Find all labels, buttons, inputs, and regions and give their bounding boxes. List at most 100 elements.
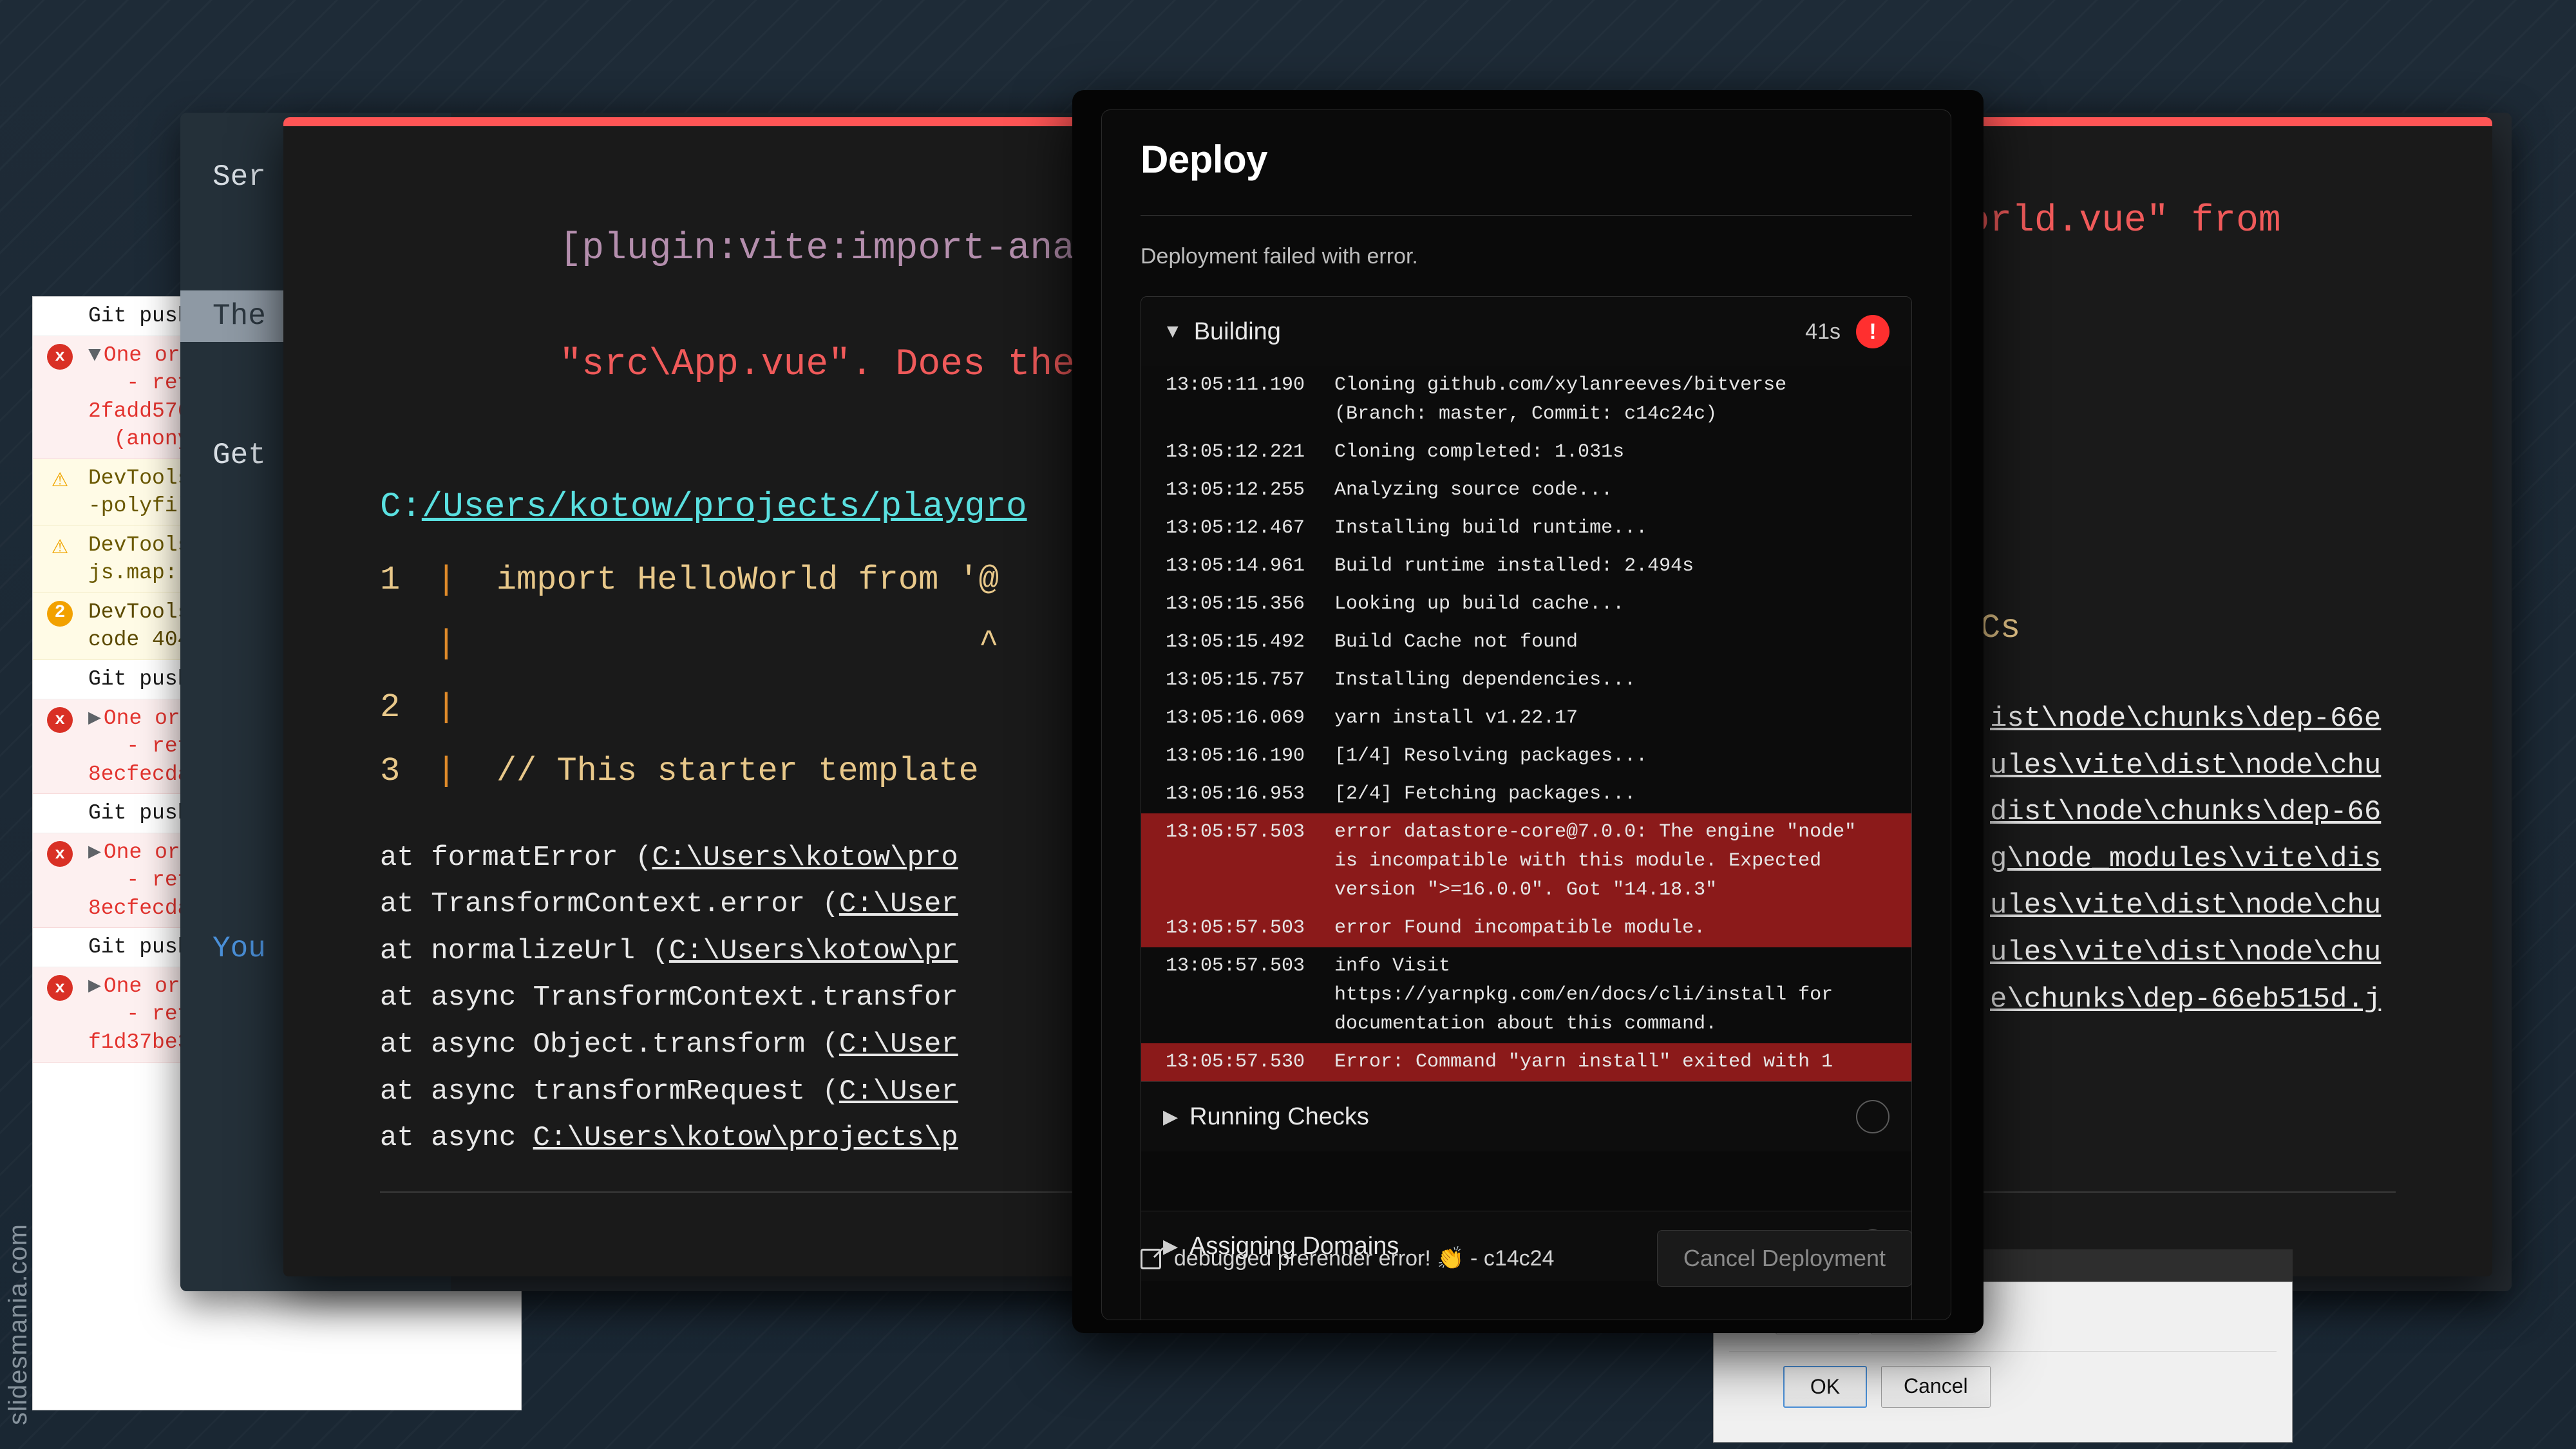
log-row: 13:05:57.530 Error: Command "yarn install… [1141, 1043, 1911, 1081]
expand-caret-closed-icon[interactable]: ▶ [88, 706, 101, 730]
log-message: info Visit https://yarnpkg.com/en/docs/c… [1334, 955, 1833, 1035]
log-row: 13:05:11.190 Cloning github.com/xylanreev… [1141, 366, 1911, 433]
ok-button[interactable]: OK [1783, 1366, 1867, 1408]
watermark: slidesmania.com [4, 1224, 32, 1425]
screen-root: Git push error: One or more brancx▼One o… [0, 0, 2576, 1449]
deploy-step-header-running-checks[interactable]: ▶ Running Checks [1141, 1082, 1911, 1151]
dialog-divider [1729, 1351, 2277, 1352]
log-message: [1/4] Resolving packages... [1334, 745, 1648, 767]
deploy-modal[interactable]: Deploy Deployment failed with error. ▼ Bu… [1101, 109, 1951, 1320]
log-message: Error: Command "yarn install" exited wit… [1334, 1051, 1833, 1073]
log-row: 13:05:57.503 error datastore-core@7.0.0: … [1141, 813, 1911, 909]
cancel-deployment-button[interactable]: Cancel Deployment [1656, 1230, 1912, 1287]
log-timestamp: 13:05:15.757 [1165, 669, 1305, 691]
expand-caret-closed-icon[interactable]: ▶ [88, 840, 101, 864]
stack-frame-fn: at async Object.transform ( [380, 1028, 839, 1061]
deployment-commit-link[interactable]: debugged prerender error! 👏 - c14c24 [1141, 1245, 1554, 1271]
stack-path-fragment[interactable]: ules\vite\dist\node\chu [1990, 743, 2557, 790]
deployment-commit-label: debugged prerender error! 👏 - c14c24 [1174, 1246, 1555, 1271]
external-link-icon [1141, 1247, 1162, 1269]
code-gutter-bar: | [416, 688, 497, 727]
stack-frame-path[interactable]: C:\Users\kotow\pr [669, 935, 958, 967]
build-log[interactable]: 13:05:11.190 Cloning github.com/xylanreev… [1141, 366, 1911, 1081]
stack-frame-path[interactable]: C:\Users\kotow\pro [652, 842, 958, 874]
log-message: Build runtime installed: 2.494s [1334, 555, 1694, 577]
log-message: Cloning completed: 1.031s [1334, 441, 1625, 463]
log-timestamp: 13:05:57.503 [1165, 917, 1305, 939]
log-timestamp: 13:05:14.961 [1165, 555, 1305, 577]
expand-caret-open-icon[interactable]: ▼ [1163, 321, 1182, 343]
code-line-number: 2 [380, 688, 401, 727]
cancel-button[interactable]: Cancel [1881, 1366, 1991, 1408]
error-icon: x [47, 343, 73, 370]
log-timestamp: 13:05:11.190 [1165, 374, 1305, 396]
stack-path-fragment[interactable]: g\node_modules\vite\dis [1990, 836, 2557, 883]
log-row: 13:05:16.190 [1/4] Resolving packages... [1141, 737, 1911, 775]
log-message: error datastore-core@7.0.0: The engine "… [1334, 821, 1857, 901]
log-timestamp: 13:05:16.190 [1165, 745, 1305, 767]
deploy-steps-list: ▼ Building 41s! 13:05:11.190 Cloning github.… [1141, 296, 1912, 1320]
log-timestamp: 13:05:16.953 [1165, 783, 1305, 805]
status-pending-icon [1856, 1100, 1889, 1133]
stack-frame-path[interactable]: C:\User [839, 1075, 958, 1108]
warning-icon: ⚠ [52, 531, 68, 562]
log-row: 13:05:12.467 Installing build runtime... [1141, 509, 1911, 547]
log-timestamp: 13:05:15.356 [1165, 593, 1305, 615]
log-row: 13:05:16.069 yarn install v1.22.17 [1141, 699, 1911, 737]
log-message: Looking up build cache... [1334, 593, 1625, 615]
stack-frame-path[interactable]: C:\User [839, 1028, 958, 1061]
log-timestamp: 13:05:57.503 [1165, 821, 1305, 843]
stack-path-fragment[interactable]: dist\node\chunks\dep-66 [1990, 789, 2557, 836]
stack-frame-path[interactable]: C:\Users\kotow\projects\p [533, 1122, 958, 1154]
code-line-number: 1 [380, 561, 401, 600]
code-gutter-bar: | [416, 561, 497, 600]
code-line-text: import HelloWorld from '@ [496, 561, 999, 600]
vite-file-path: /Users/kotow/projects/playgro [421, 488, 1027, 527]
expand-caret-open-icon[interactable]: ▼ [88, 343, 101, 367]
deploy-step-header-building[interactable]: ▼ Building 41s! [1141, 297, 1911, 366]
expand-caret-closed-icon[interactable]: ▶ [1163, 1106, 1178, 1128]
error-icon: x [47, 706, 73, 733]
stack-path-fragment[interactable]: ules\vite\dist\node\chu [1990, 882, 2557, 929]
log-timestamp: 13:05:12.467 [1165, 517, 1305, 539]
stack-path-fragment[interactable]: e\chunks\dep-66eb515d.j [1990, 976, 2557, 1023]
stack-frame-fn: at TransformContext.error ( [380, 888, 839, 921]
vite-file-drive: C: [380, 488, 422, 527]
log-timestamp: 13:05:15.492 [1165, 631, 1305, 653]
deploy-status-text: Deployment failed with error. [1141, 244, 1418, 269]
log-row: 13:05:12.255 Analyzing source code... [1141, 471, 1911, 509]
stack-frame-path[interactable]: C:\User [839, 888, 958, 920]
log-row: 13:05:57.503 error Found incompatible mod… [1141, 909, 1911, 947]
log-message: error Found incompatible module. [1334, 917, 1706, 939]
log-row: 13:05:12.221 Cloning completed: 1.031s [1141, 433, 1911, 471]
log-row: 13:05:15.757 Installing dependencies... [1141, 661, 1911, 699]
log-row: 13:05:16.953 [2/4] Fetching packages... [1141, 775, 1911, 813]
log-timestamp: 13:05:57.530 [1165, 1051, 1305, 1073]
error-icon: x [47, 840, 73, 867]
log-row: 13:05:15.356 Looking up build cache... [1141, 585, 1911, 623]
step-label: Running Checks [1189, 1103, 1369, 1130]
expand-caret-closed-icon[interactable]: ▶ [88, 974, 101, 998]
stack-frame-fn: at async transformRequest ( [380, 1075, 839, 1108]
code-line-number: 3 [380, 752, 401, 790]
step-status-wrap [1856, 1100, 1889, 1133]
log-timestamp: 13:05:16.069 [1165, 707, 1305, 729]
code-gutter-bar: | [416, 625, 497, 663]
step-duration: 41s [1805, 319, 1841, 344]
stack-frame-fn: at async [380, 1122, 533, 1155]
vite-stack-path-fragments: ist\node\chunks\dep-66e ules\vite\dist\no… [1990, 696, 2557, 1023]
stack-path-fragment[interactable]: ules\vite\dist\node\chu [1990, 929, 2557, 976]
log-timestamp: 13:05:12.255 [1165, 479, 1305, 501]
step-status-wrap: 41s! [1805, 315, 1889, 348]
step-label: Building [1193, 317, 1281, 345]
stack-frame-fn: at formatError ( [380, 841, 652, 874]
warning-icon: ⚠ [52, 464, 68, 495]
stack-frame-fn: at normalizeUrl ( [380, 934, 669, 967]
log-message: yarn install v1.22.17 [1334, 707, 1578, 729]
log-message: Installing build runtime... [1334, 517, 1648, 539]
stack-path-fragment[interactable]: ist\node\chunks\dep-66e [1990, 696, 2557, 743]
code-line-text: // This starter template [496, 752, 979, 790]
log-timestamp: 13:05:12.221 [1165, 441, 1305, 463]
log-message: [2/4] Fetching packages... [1334, 783, 1636, 805]
status-error-icon: ! [1856, 315, 1889, 348]
